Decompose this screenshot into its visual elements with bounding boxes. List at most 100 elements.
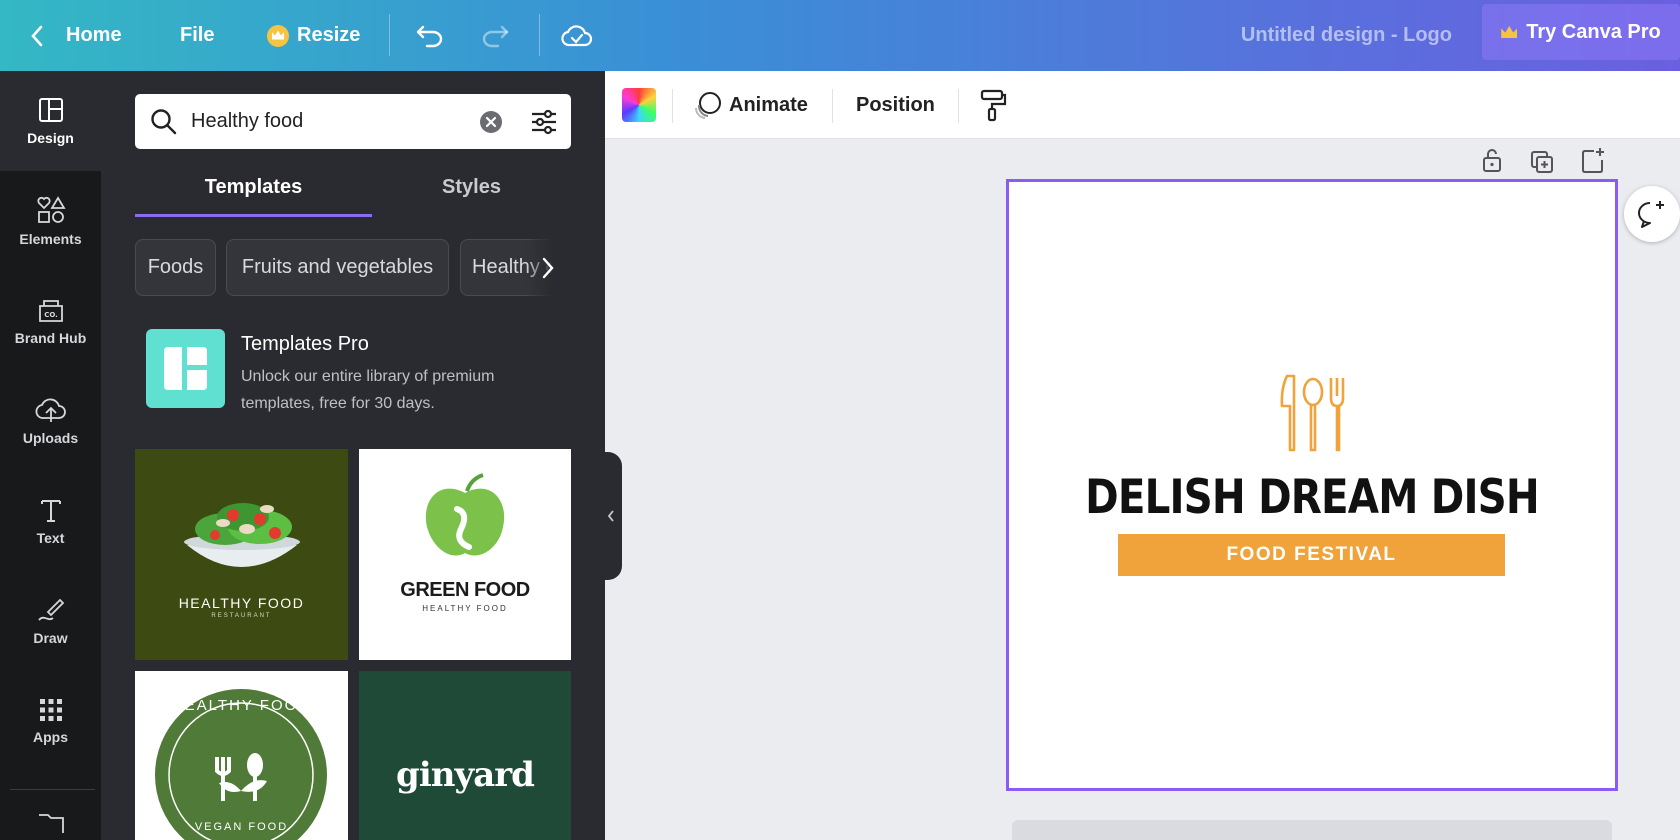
toolbar-divider <box>958 89 959 123</box>
rail-item-apps[interactable]: Apps <box>0 671 101 771</box>
chevron-left-icon <box>607 510 614 522</box>
cutlery-icon <box>1280 374 1345 452</box>
rail-label-apps: Apps <box>33 729 68 745</box>
search-query: Healthy food <box>191 110 304 132</box>
toolbar-divider <box>672 89 673 123</box>
animate-label: Animate <box>729 93 808 116</box>
chevron-right-icon <box>542 257 554 278</box>
filter-icon[interactable] <box>529 107 559 137</box>
copy-style-button[interactable] <box>978 71 1008 139</box>
topbar-divider <box>389 14 390 56</box>
thumb-subtitle: VEGAN FOOD <box>194 821 289 833</box>
editor-toolbar: Animate Position <box>605 71 1680 139</box>
rail-label-draw: Draw <box>33 630 68 646</box>
thumb-subtitle: HEALTHY FOOD <box>422 604 508 613</box>
chip-foods[interactable]: Foods <box>135 239 216 296</box>
search-input[interactable]: Healthy food <box>135 94 571 149</box>
rail-label-text: Text <box>36 530 65 546</box>
templates-panel: Healthy food Templates Styles Foods Frui… <box>101 71 605 840</box>
back-button[interactable]: Home <box>30 0 122 71</box>
rail-divider <box>10 789 95 790</box>
brand-icon: CO. <box>38 300 63 322</box>
tab-styles[interactable]: Styles <box>372 166 571 208</box>
clear-search-icon[interactable] <box>479 110 503 134</box>
rail-item-draw[interactable]: Draw <box>0 571 101 671</box>
green-apple-illustration <box>425 473 505 556</box>
rail-item-elements[interactable]: Elements <box>0 171 101 271</box>
cloud-check-icon <box>561 24 593 46</box>
add-page-bar[interactable] <box>1012 820 1612 840</box>
home-label: Home <box>66 24 122 46</box>
crown-icon <box>1501 26 1518 38</box>
templates-pro-logo[interactable] <box>146 329 225 408</box>
try-canva-pro-button[interactable]: Try Canva Pro <box>1482 4 1680 60</box>
design-page[interactable]: DELISH DREAM DISH FOOD FESTIVAL <box>1006 179 1618 791</box>
redo-icon <box>482 25 509 47</box>
try-pro-label: Try Canva Pro <box>1526 20 1661 43</box>
draw-icon <box>37 598 64 621</box>
folder-icon <box>38 814 64 833</box>
thumb-title: GREEN FOOD <box>400 579 530 601</box>
rail-item-brand-hub[interactable]: CO. Brand Hub <box>0 271 101 371</box>
promo-description: Unlock our entire library of premium tem… <box>241 368 495 412</box>
cloud-saved-button[interactable] <box>561 0 593 71</box>
template-thumb[interactable]: HEALTHY FOOD VEGAN FOOD <box>135 671 348 840</box>
rail-item-uploads[interactable]: Uploads <box>0 371 101 471</box>
template-thumb[interactable]: HEALTHY FOOD RESTAURANT <box>135 449 348 660</box>
svg-text:CO.: CO. <box>44 311 58 319</box>
collapse-panel-button[interactable] <box>600 452 622 580</box>
rail-label-uploads: Uploads <box>22 430 79 446</box>
undo-button[interactable] <box>415 0 445 71</box>
active-tab-indicator <box>135 214 372 217</box>
layout-icon <box>38 98 63 122</box>
crown-icon <box>267 24 289 47</box>
chevron-left-icon <box>31 25 43 46</box>
logo-band-text: FOOD FESTIVAL <box>1226 544 1397 565</box>
paint-roller-icon <box>980 89 1007 122</box>
thumb-subtitle: RESTAURANT <box>211 613 272 619</box>
resize-label: Resize <box>297 24 361 46</box>
rail-item-text[interactable]: Text <box>0 471 101 571</box>
topbar-divider <box>539 14 540 56</box>
rail-label-design: Design <box>27 130 74 146</box>
thumb-title: HEALTHY FOOD <box>171 697 312 714</box>
left-rail: Design Elements CO. Brand Hub Uploads Te… <box>0 71 101 840</box>
promo-title[interactable]: Templates Pro <box>241 333 369 356</box>
resize-button[interactable]: Resize <box>267 0 360 71</box>
duplicate-page-icon[interactable] <box>1529 145 1555 175</box>
text-icon <box>40 500 61 522</box>
panel-tabs: Templates Styles <box>135 166 571 208</box>
file-menu[interactable]: File <box>180 0 214 71</box>
toolbar-divider <box>832 89 833 123</box>
lock-icon[interactable] <box>1479 145 1505 175</box>
template-thumb[interactable]: GREEN FOOD HEALTHY FOOD <box>359 449 571 660</box>
top-bar: Home File Resize Untitled design - Logo … <box>0 0 1680 71</box>
templates-pro-icon <box>164 347 207 390</box>
rail-item-projects[interactable] <box>0 809 101 840</box>
logo-band[interactable]: FOOD FESTIVAL <box>1118 534 1505 576</box>
apps-grid-icon <box>39 699 62 721</box>
add-page-icon[interactable] <box>1580 145 1606 175</box>
shapes-icon <box>36 196 66 223</box>
thumb-title: ginyard <box>396 755 535 795</box>
search-icon <box>151 109 177 135</box>
color-picker-button[interactable] <box>622 88 656 122</box>
thumb-title: HEALTHY FOOD <box>178 595 305 611</box>
tab-templates[interactable]: Templates <box>135 166 372 208</box>
chip-fruits-vegetables[interactable]: Fruits and vegetables <box>226 239 449 296</box>
template-thumb[interactable]: ginyard <box>359 671 571 840</box>
logo-title[interactable]: DELISH DREAM DISH <box>1051 470 1572 525</box>
comment-add-icon <box>1638 201 1664 228</box>
cloud-upload-icon <box>35 398 66 422</box>
rail-label-elements: Elements <box>19 231 82 247</box>
rail-item-design[interactable]: Design <box>0 71 101 171</box>
chips-scroll-right[interactable] <box>525 239 571 296</box>
design-title[interactable]: Untitled design - Logo <box>1241 0 1452 71</box>
add-comment-button[interactable] <box>1624 186 1680 242</box>
rail-label-brand-hub: Brand Hub <box>14 330 87 346</box>
animate-icon <box>694 92 721 119</box>
animate-button[interactable]: Animate <box>693 71 808 139</box>
salad-bowl-illustration <box>184 503 300 567</box>
position-button[interactable]: Position <box>856 71 935 139</box>
redo-button[interactable] <box>480 0 510 71</box>
